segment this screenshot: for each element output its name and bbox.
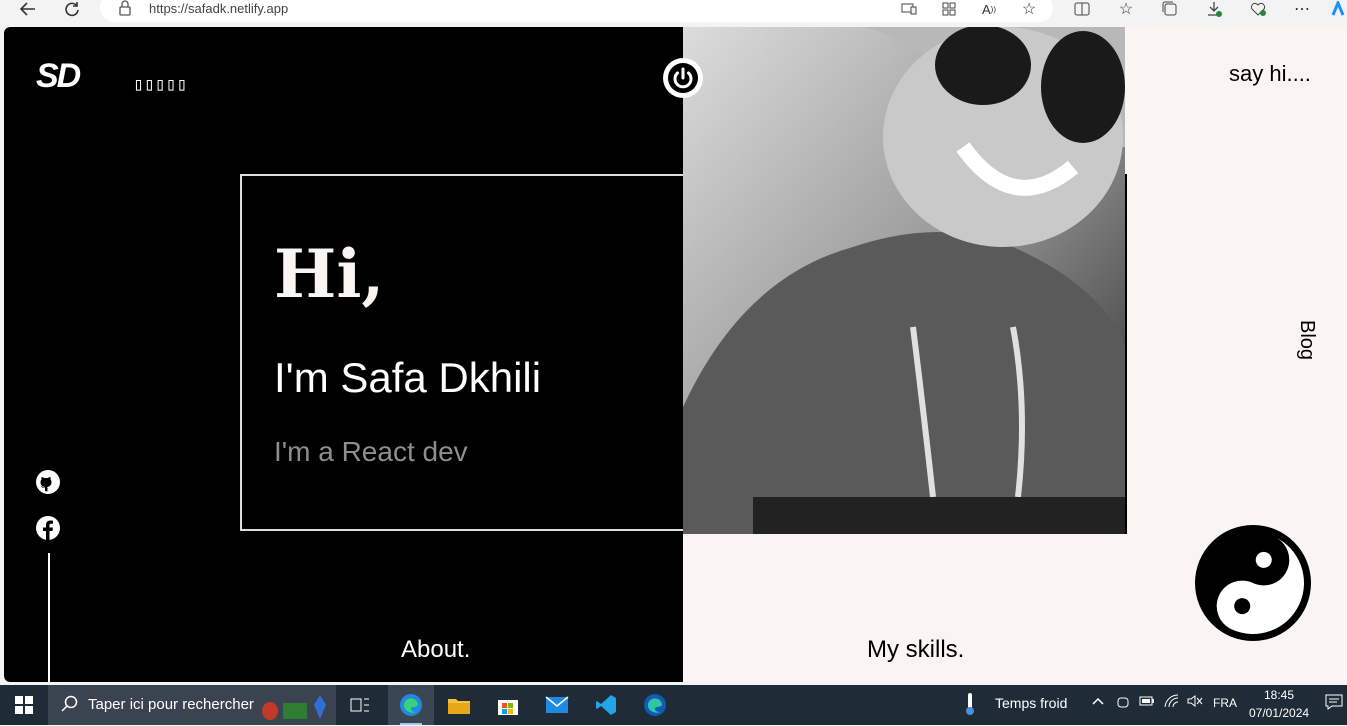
copilot-icon[interactable] [1328,0,1347,18]
yin-yang-icon[interactable] [1194,524,1312,642]
url-text[interactable]: https://safadk.netlify.app [149,1,288,16]
file-explorer-icon[interactable] [436,685,482,725]
read-aloud-icon[interactable]: A)) [975,0,1003,18]
search-placeholder: Taper ici pour rechercher [88,696,254,713]
start-button[interactable] [0,685,48,725]
lock-icon[interactable] [118,0,132,16]
social-divider-line [48,553,50,682]
collections-icon[interactable] [1156,0,1184,18]
webpage: SD ▯▯▯▯▯ Hi, I'm Safa Dkhili I'm a React… [4,27,1347,682]
vscode-icon[interactable] [583,685,629,725]
microsoft-store-icon[interactable] [485,685,531,725]
about-link[interactable]: About. [401,636,470,664]
favorite-star-icon[interactable]: ☆ [1015,0,1043,18]
split-screen-icon[interactable] [1068,0,1096,18]
menu-glyph-text: ▯▯▯▯▯ [133,74,188,95]
github-icon[interactable] [36,470,60,494]
input-language[interactable]: FRA [1213,696,1237,710]
blog-link[interactable]: Blog [1295,320,1318,360]
battery-icon[interactable] [1139,694,1155,711]
mail-icon[interactable] [534,685,580,725]
say-hi-link[interactable]: say hi.... [1229,61,1311,87]
meet-now-icon[interactable] [1116,694,1130,713]
edge-dev-icon[interactable] [632,685,678,725]
search-icon [61,695,79,718]
weather-text[interactable]: Temps froid [995,695,1067,711]
extensions-grid-icon[interactable] [935,0,963,18]
task-view-icon[interactable] [337,685,383,725]
intro-frame [240,174,685,531]
browser-essentials-icon[interactable] [1244,0,1272,18]
windows-taskbar: Taper ici pour rechercher Temps froid FR… [0,685,1347,725]
wifi-icon[interactable] [1164,694,1180,711]
search-highlight-icon [260,691,332,726]
volume-muted-icon[interactable] [1187,694,1203,711]
profile-photo [683,27,1125,534]
downloads-icon[interactable] [1200,0,1228,18]
more-options-icon[interactable]: ⋯ [1288,0,1316,18]
thermometer-icon[interactable] [963,692,977,719]
refresh-icon[interactable] [58,0,86,18]
taskbar-search-box[interactable]: Taper ici pour rechercher [48,685,336,725]
site-logo[interactable]: SD [36,57,81,96]
power-icon[interactable] [663,58,703,98]
notifications-icon[interactable] [1325,694,1343,713]
back-icon[interactable] [14,0,42,18]
name-heading: I'm Safa Dkhili [274,354,542,401]
clock-time[interactable]: 18:45 [1264,688,1294,702]
app-available-icon[interactable] [895,0,923,18]
favorites-icon[interactable]: ☆ [1112,0,1140,18]
clock-date[interactable]: 07/01/2024 [1249,706,1309,720]
role-subheading: I'm a React dev [274,436,468,467]
photo-frame-edge [1125,174,1127,534]
browser-toolbar: https://safadk.netlify.app A)) ☆ ☆ ⋯ [0,0,1347,27]
skills-link[interactable]: My skills. [867,636,964,664]
greeting-heading: Hi, [274,235,385,313]
facebook-icon[interactable] [36,516,60,540]
chevron-up-icon[interactable] [1091,694,1105,711]
edge-taskbar-icon[interactable] [388,685,434,725]
